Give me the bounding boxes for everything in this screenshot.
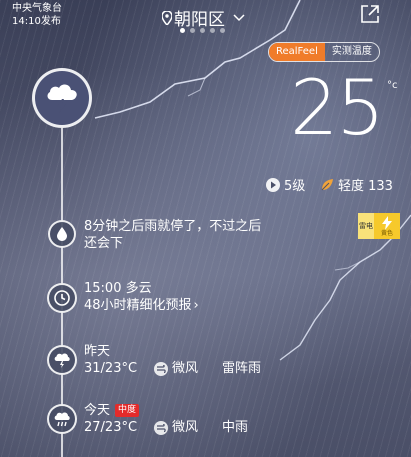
yesterday-forecast[interactable]: 昨天 31/23°C 微风 雷阵雨	[84, 343, 261, 377]
warning-type: 雷电	[358, 213, 374, 239]
nowcast-line1: 8分钟之后雨就停了，不过之后	[84, 219, 262, 234]
temperature-mode-toggle[interactable]: RealFeel 实测温度	[268, 42, 380, 62]
rain-cloud-icon	[54, 412, 70, 427]
chevron-right-icon: ›	[193, 298, 199, 313]
warning-level: 黄色	[374, 213, 400, 239]
today-forecast[interactable]: 今天 中度 27/23°C 微风 中雨	[84, 402, 248, 436]
wind-icon	[154, 420, 168, 435]
thunderstorm-cloud-icon	[47, 84, 77, 113]
yesterday-details: 31/23°C 微风 雷阵雨	[84, 360, 261, 377]
wind-level: 5级	[266, 175, 305, 194]
today-label: 今天	[84, 403, 111, 418]
leaf-icon	[321, 178, 333, 190]
hourly-forecast-link[interactable]: 15:00 多云 48小时精细化预报 ›	[84, 280, 199, 314]
clock-node	[47, 283, 77, 313]
yesterday-weather-node	[47, 345, 77, 375]
lightning-bolt-icon	[382, 215, 392, 230]
thunder-warning-badge[interactable]: 雷电 黄色	[358, 213, 400, 239]
yesterday-temps: 31/23°C	[84, 361, 138, 376]
page-indicator	[180, 28, 225, 33]
nowcast-line2: 还会下	[84, 236, 124, 251]
wind-level-text: 5级	[284, 179, 306, 194]
current-weather-icon	[32, 68, 92, 128]
issue-time: 14:10发布	[12, 16, 61, 27]
toggle-realfeel[interactable]: RealFeel	[269, 43, 325, 61]
warning-level-text: 黄色	[380, 229, 393, 237]
today-wind: 微风	[172, 420, 199, 435]
air-quality[interactable]: 轻度 133	[320, 175, 393, 194]
share-icon[interactable]	[360, 4, 380, 24]
today-details: 27/23°C 微风 中雨	[84, 419, 248, 436]
yesterday-weather: 雷阵雨	[222, 361, 262, 376]
rain-drop-node	[48, 220, 76, 248]
hourly-forecast-row: 48小时精细化预报 ›	[84, 297, 199, 314]
temperature-unit: °c	[387, 80, 398, 91]
yesterday-label: 昨天	[84, 344, 111, 359]
wind-icon	[154, 361, 168, 376]
hourly-forecast-summary: 15:00 多云	[84, 281, 152, 296]
wind-direction-icon	[266, 177, 280, 192]
weather-screen: 中央气象台 14:10发布 朝阳区 RealFeel 实测温度 25 °c 5级…	[0, 0, 411, 457]
page-dot	[210, 28, 215, 33]
page-dot	[200, 28, 205, 33]
today-weather: 中雨	[222, 420, 249, 435]
location-name: 朝阳区	[174, 10, 225, 30]
toggle-actual-temp[interactable]: 实测温度	[325, 43, 379, 61]
location-pin-icon	[162, 10, 172, 25]
raindrop-icon	[57, 227, 67, 241]
issuer-info: 中央气象台 14:10发布	[12, 2, 62, 28]
today-temps: 27/23°C	[84, 420, 138, 435]
chevron-down-icon	[233, 13, 245, 21]
today-weather-node	[47, 404, 77, 434]
location-selector[interactable]: 朝阳区	[162, 5, 245, 30]
current-temperature: 25	[290, 63, 385, 152]
page-dot	[220, 28, 225, 33]
page-dot	[190, 28, 195, 33]
air-quality-text: 轻度 133	[338, 179, 393, 194]
yesterday-wind: 微风	[172, 361, 199, 376]
issuer-name: 中央气象台	[12, 3, 62, 14]
clock-icon	[54, 290, 70, 306]
thunderstorm-icon	[54, 353, 70, 368]
today-header: 今天 中度	[84, 402, 248, 419]
nowcast-text[interactable]: 8分钟之后雨就停了，不过之后 还会下	[84, 218, 261, 252]
pollution-tag: 中度	[115, 404, 140, 417]
hourly-forecast-label: 48小时精细化预报	[84, 298, 192, 313]
page-dot	[180, 28, 185, 33]
